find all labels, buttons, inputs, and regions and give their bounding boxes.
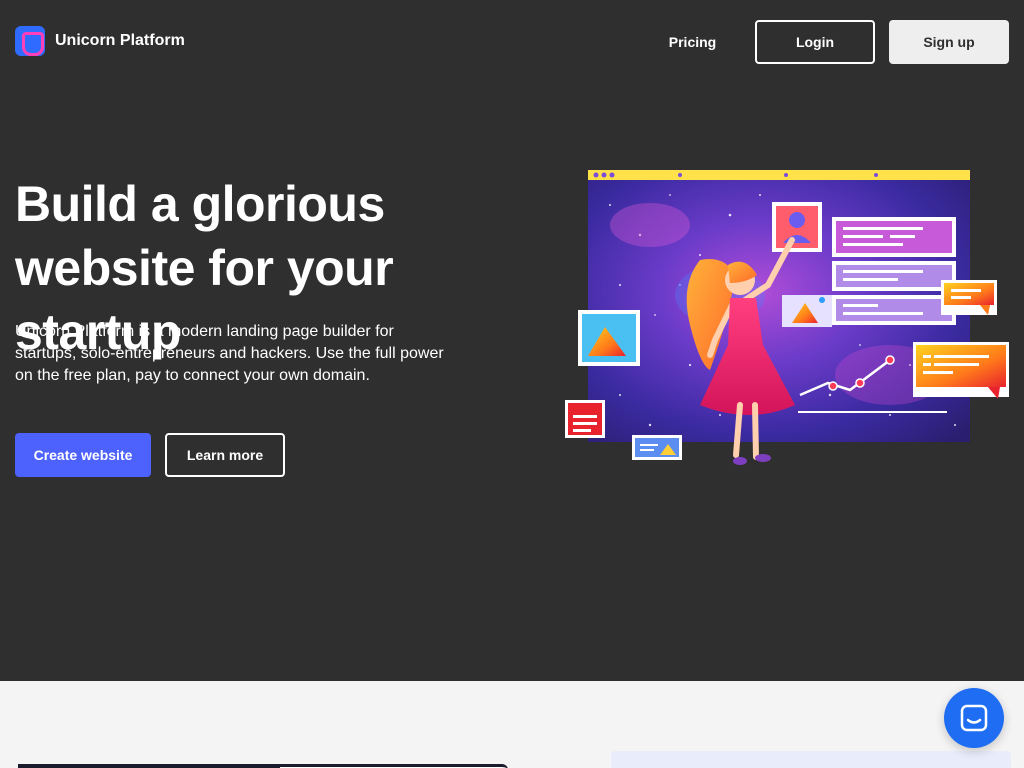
learn-more-button[interactable]: Learn more — [165, 433, 285, 477]
feature-card-accent — [18, 764, 280, 768]
hero-subtext: Unicorn Platform is a modern landing pag… — [15, 323, 444, 384]
feature-image-preview — [611, 751, 1011, 768]
hero-section: Unicorn Platform Pricing Login Sign up B… — [0, 0, 1024, 681]
hero-illustration — [565, 170, 1009, 465]
nav-link-pricing[interactable]: Pricing — [660, 20, 725, 64]
brand-logo[interactable]: Unicorn Platform — [15, 26, 185, 56]
signup-button[interactable]: Sign up — [889, 20, 1009, 64]
brand-name: Unicorn Platform — [55, 32, 185, 49]
login-button[interactable]: Login — [755, 20, 875, 64]
unicorn-logo-icon — [15, 26, 45, 56]
create-website-button[interactable]: Create website — [15, 433, 151, 477]
chat-launcher-button[interactable] — [944, 688, 1004, 748]
chat-bubble-icon — [960, 704, 988, 732]
